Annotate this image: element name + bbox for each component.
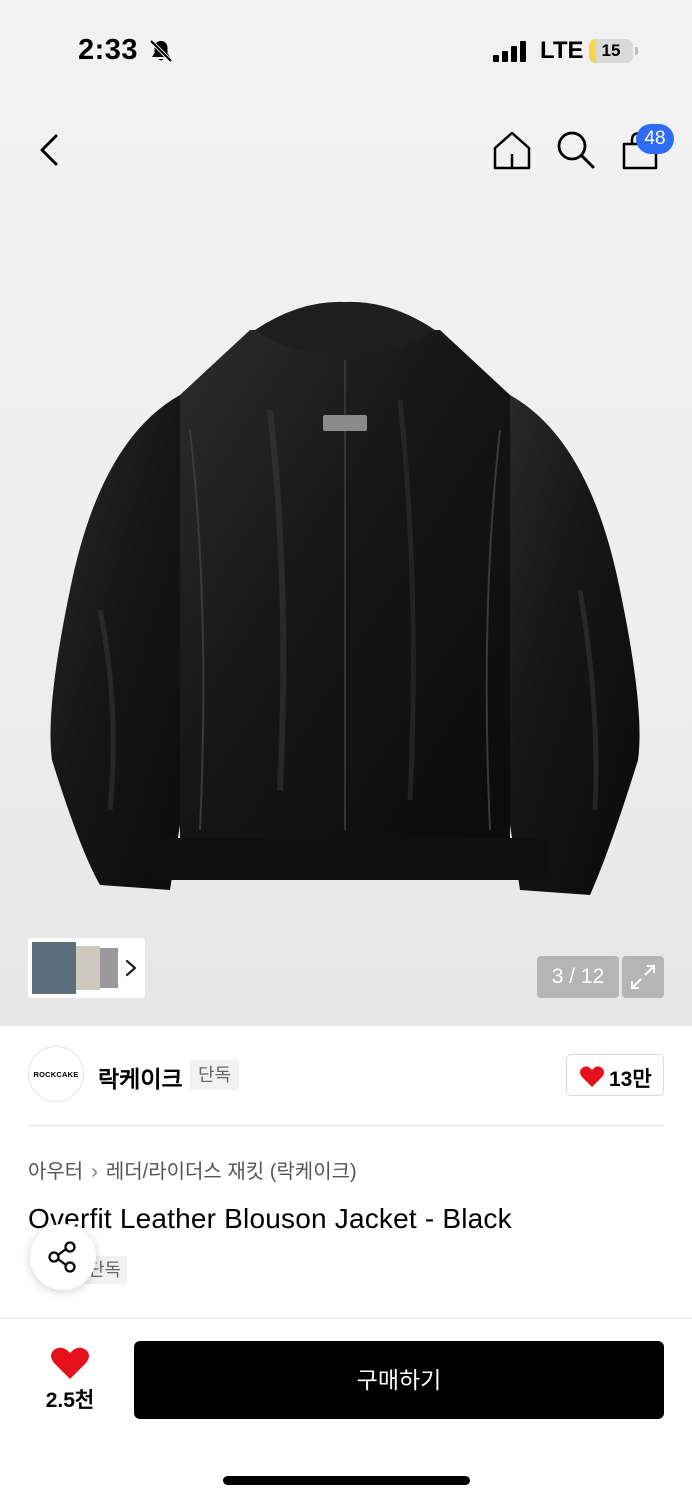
image-counter: 3 / 12 (537, 956, 619, 998)
chevron-right-icon: › (91, 1161, 98, 1183)
heart-icon[interactable] (50, 1346, 90, 1380)
thumbnail-image[interactable] (32, 942, 76, 994)
search-icon[interactable] (554, 128, 598, 172)
battery-icon: 15 (589, 39, 633, 63)
expand-button[interactable] (622, 956, 664, 998)
brand-name[interactable]: 락케이크 (98, 1060, 183, 1094)
status-time: 2:33 (78, 34, 139, 66)
home-indicator[interactable] (223, 1476, 470, 1485)
share-button[interactable] (30, 1224, 96, 1290)
thumbnail-image[interactable] (100, 948, 118, 988)
home-icon[interactable] (490, 128, 534, 172)
back-arrow-icon[interactable] (32, 130, 68, 170)
divider (28, 1125, 664, 1126)
share-icon (48, 1241, 76, 1273)
breadcrumb: 아우터 › 레더/라이더스 재킷 (락케이크) (28, 1155, 357, 1184)
expand-icon (631, 965, 655, 989)
brand-logo-text: ROCKCAKE (33, 1070, 79, 1079)
brand-like-button[interactable]: 13만 (566, 1054, 664, 1096)
cart-count-badge: 48 (636, 124, 674, 154)
bell-slash-icon (149, 39, 173, 63)
breadcrumb-category[interactable]: 아우터 (28, 1161, 83, 1183)
product-photo-jacket (50, 301, 640, 895)
product-title: Overfit Leather Blouson Jacket - Black (28, 1203, 512, 1234)
buy-button[interactable]: 구매하기 (134, 1341, 664, 1419)
thumbnail-image[interactable] (76, 946, 100, 990)
brand-exclusive-tag: 단독 (190, 1060, 240, 1090)
breadcrumb-subcategory[interactable]: 레더/라이더스 재킷 (락케이크) (106, 1161, 357, 1183)
brand-like-count: 13만 (609, 1068, 652, 1091)
battery-tip (635, 47, 638, 55)
chevron-right-icon[interactable] (124, 958, 138, 978)
heart-icon (580, 1066, 604, 1087)
network-type: LTE (540, 37, 584, 64)
like-count: 2.5천 (45, 1389, 95, 1412)
status-bar: 2:33 LTE 15 (0, 0, 692, 100)
battery-level: 15 (601, 41, 621, 60)
brand-logo[interactable]: ROCKCAKE (28, 1046, 84, 1102)
signal-icon (493, 40, 527, 62)
